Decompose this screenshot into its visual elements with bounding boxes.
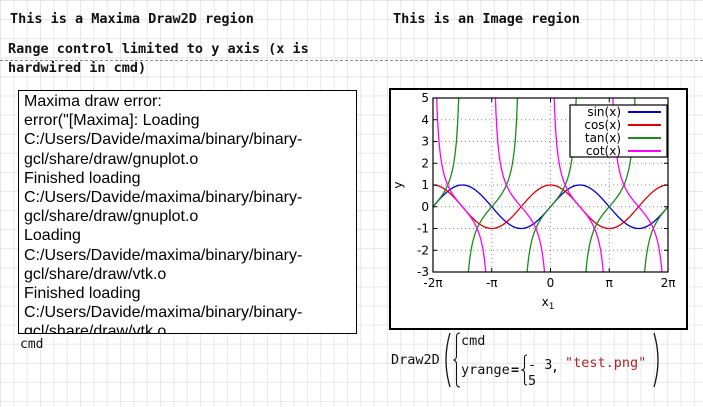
maxima-output-textbox[interactable]: Maxima draw error: error("[Maxima]: Load… xyxy=(18,90,357,334)
yrange-max-value[interactable]: 5 xyxy=(528,373,536,389)
equals-sign: = xyxy=(511,362,519,378)
dashed-divider xyxy=(0,60,703,61)
svg-text:0: 0 xyxy=(421,200,429,214)
draw2d-region-heading: This is a Maxima Draw2D region xyxy=(10,11,254,27)
open-paren-icon xyxy=(446,333,450,387)
maxima-error-text: Maxima draw error: error("[Maxima]: Load… xyxy=(24,92,354,334)
open-brace-icon xyxy=(454,333,461,387)
svg-text:y: y xyxy=(391,181,405,188)
filename-string: "test.png" xyxy=(565,355,646,371)
yrange-min-value[interactable]: - 3 xyxy=(528,357,552,373)
svg-text:tan(x): tan(x) xyxy=(585,131,621,145)
svg-text:1: 1 xyxy=(421,178,429,192)
svg-text:2: 2 xyxy=(421,156,429,170)
function-plot: -2π-π0π2π543210-1-2-3yx1sin(x)cos(x)tan(… xyxy=(391,90,686,328)
yrange-name: yrange xyxy=(461,362,510,378)
formula-cmd-arg: cmd xyxy=(461,333,485,349)
formula-comma: , xyxy=(551,359,559,375)
close-paren-icon xyxy=(654,333,658,387)
app-canvas: { "headings": { "left": "This is a Maxim… xyxy=(0,0,703,407)
svg-text:3: 3 xyxy=(421,135,429,149)
range-note-line1: Range control limited to y axis (x is xyxy=(8,41,309,57)
svg-text:-2: -2 xyxy=(417,243,429,257)
cmd-label: cmd xyxy=(20,337,43,352)
svg-text:-1: -1 xyxy=(417,222,429,236)
svg-text:0: 0 xyxy=(547,276,555,290)
svg-text:x1: x1 xyxy=(542,295,555,312)
range-note-line2: hardwired in cmd) xyxy=(8,60,146,76)
svg-text:sin(x): sin(x) xyxy=(587,105,621,119)
svg-text:π: π xyxy=(606,276,613,290)
svg-text:-π: -π xyxy=(486,276,498,290)
svg-text:cot(x): cot(x) xyxy=(586,144,621,158)
svg-text:-3: -3 xyxy=(417,265,429,279)
svg-text:cos(x): cos(x) xyxy=(584,118,621,132)
draw2d-function-name: Draw2D xyxy=(391,352,440,368)
svg-text:2π: 2π xyxy=(661,276,676,290)
image-region-plot[interactable]: -2π-π0π2π543210-1-2-3yx1sin(x)cos(x)tan(… xyxy=(389,88,688,330)
yrange-brace-icon xyxy=(522,355,527,385)
svg-text:5: 5 xyxy=(421,91,429,105)
svg-text:4: 4 xyxy=(421,113,429,127)
image-region-heading: This is an Image region xyxy=(393,11,580,27)
